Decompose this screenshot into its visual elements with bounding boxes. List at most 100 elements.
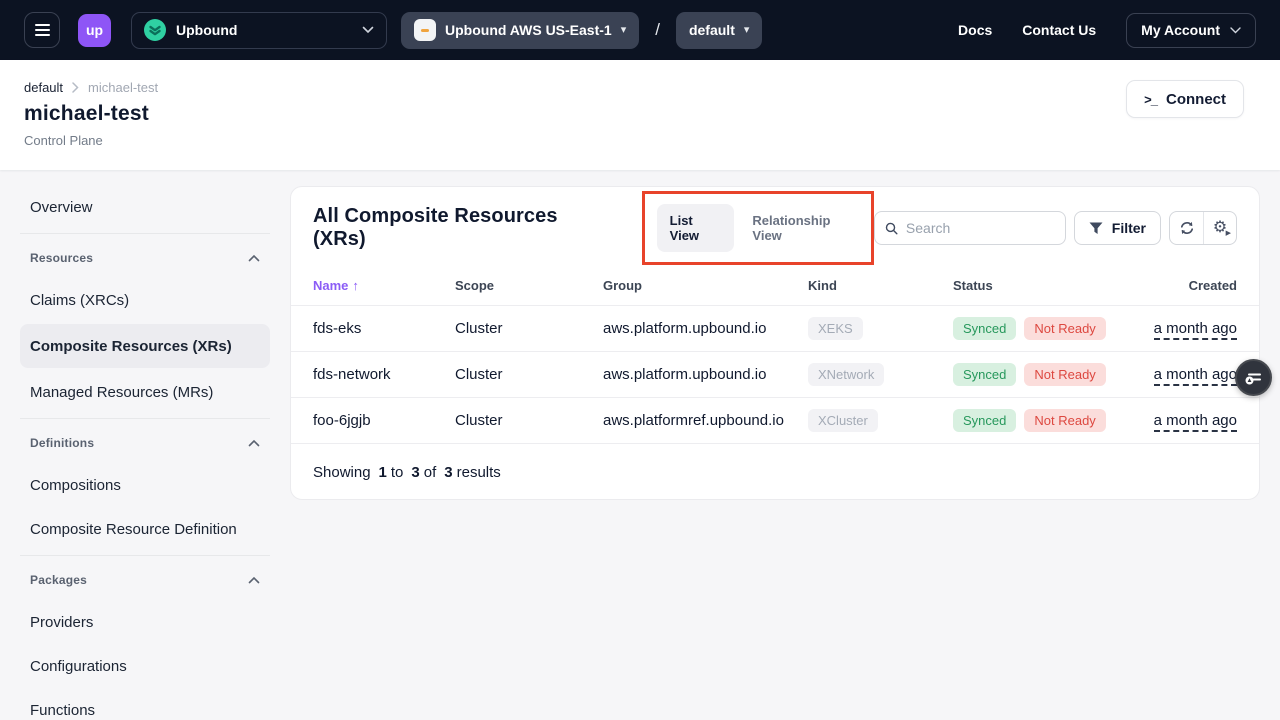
table-row[interactable]: fds-network Cluster aws.platform.upbound…: [291, 351, 1259, 397]
cell-status: Synced Not Ready: [953, 317, 1147, 340]
my-account-label: My Account: [1141, 22, 1220, 38]
sidebar-item-configurations[interactable]: Configurations: [20, 644, 270, 688]
cell-status: Synced Not Ready: [953, 409, 1147, 432]
not-ready-badge: Not Ready: [1024, 317, 1105, 340]
refresh-icon: [1179, 220, 1195, 236]
chevron-down-icon: [1230, 27, 1241, 34]
sidebar-section-packages[interactable]: Packages: [20, 560, 270, 600]
control-plane-icon: [414, 19, 436, 41]
table-row[interactable]: fds-eks Cluster aws.platform.upbound.io …: [291, 305, 1259, 351]
not-ready-badge: Not Ready: [1024, 363, 1105, 386]
chevron-up-icon: [248, 254, 260, 262]
filter-button[interactable]: Filter: [1074, 211, 1161, 245]
org-switcher-dropdown[interactable]: Upbound: [131, 12, 387, 49]
composite-resources-panel: All Composite Resources (XRs) List View …: [290, 186, 1260, 500]
chevron-up-icon: [248, 576, 260, 584]
auto-refresh-settings-button[interactable]: ⚙ ▶: [1203, 212, 1236, 244]
path-separator: /: [655, 20, 660, 40]
sidebar-item-managed-resources[interactable]: Managed Resources (MRs): [20, 370, 270, 414]
page-header: default michael-test michael-test Contro…: [0, 60, 1280, 170]
upbound-logo[interactable]: up: [78, 14, 111, 47]
caret-down-icon: ▾: [744, 25, 750, 36]
sidebar-section-resources[interactable]: Resources: [20, 238, 270, 278]
table-row[interactable]: foo-6jgjb Cluster aws.platformref.upboun…: [291, 397, 1259, 443]
play-icon: ▶: [1226, 230, 1231, 237]
column-header-scope[interactable]: Scope: [455, 278, 603, 293]
control-plane-dropdown[interactable]: Upbound AWS US-East-1 ▾: [401, 12, 639, 49]
sidebar-item-functions[interactable]: Functions: [20, 688, 270, 720]
created-tooltip-link[interactable]: a month ago: [1154, 320, 1237, 340]
contact-us-link[interactable]: Contact Us: [1022, 22, 1096, 38]
terminal-icon: >_: [1144, 92, 1157, 107]
divider: [20, 233, 270, 234]
synced-badge: Synced: [953, 409, 1016, 432]
synced-badge: Synced: [953, 317, 1016, 340]
column-header-status[interactable]: Status: [953, 278, 1147, 293]
search-input[interactable]: [906, 220, 1055, 236]
sidebar-item-claims[interactable]: Claims (XRCs): [20, 278, 270, 322]
column-header-name[interactable]: Name ↑: [313, 278, 455, 293]
cell-kind: XEKS: [808, 317, 953, 340]
org-avatar-icon: [144, 19, 166, 41]
breadcrumb-root[interactable]: default: [24, 80, 63, 95]
created-tooltip-link[interactable]: a month ago: [1154, 366, 1237, 386]
search-icon: [885, 221, 898, 236]
results-total: 3: [444, 464, 452, 481]
sidebar: Overview Resources Claims (XRCs) Composi…: [0, 170, 290, 720]
cell-group: aws.platform.upbound.io: [603, 366, 808, 383]
sort-asc-icon: ↑: [352, 278, 359, 293]
kind-badge: XCluster: [808, 409, 878, 432]
hamburger-menu-icon[interactable]: [24, 12, 60, 48]
sidebar-item-composite-resources[interactable]: Composite Resources (XRs): [20, 324, 270, 368]
search-box: [874, 211, 1066, 245]
my-account-dropdown[interactable]: My Account: [1126, 13, 1256, 48]
top-navbar: up Upbound Upbound AWS US-East-1 ▾ / def…: [0, 0, 1280, 60]
cell-name[interactable]: fds-eks: [313, 320, 455, 337]
column-header-group[interactable]: Group: [603, 278, 808, 293]
cell-status: Synced Not Ready: [953, 363, 1147, 386]
cell-kind: XCluster: [808, 409, 953, 432]
relationship-view-tab[interactable]: Relationship View: [748, 204, 858, 252]
chevron-right-icon: [72, 82, 79, 93]
view-toggle-highlight-box: List View Relationship View: [642, 191, 874, 265]
funnel-icon: [1089, 222, 1103, 235]
sidebar-item-compositions[interactable]: Compositions: [20, 463, 270, 507]
cell-created: a month ago: [1147, 366, 1237, 383]
connect-button[interactable]: >_ Connect: [1126, 80, 1244, 118]
list-view-tab[interactable]: List View: [657, 204, 735, 252]
annotation-widget-button[interactable]: [1235, 359, 1272, 396]
page-title: michael-test: [24, 102, 1256, 126]
panel-title: All Composite Resources (XRs): [313, 205, 598, 251]
column-header-kind[interactable]: Kind: [808, 278, 953, 293]
connect-label: Connect: [1166, 91, 1226, 108]
results-from: 1: [379, 464, 387, 481]
docs-link[interactable]: Docs: [958, 22, 992, 38]
divider: [20, 418, 270, 419]
not-ready-badge: Not Ready: [1024, 409, 1105, 432]
breadcrumb-current: michael-test: [88, 80, 158, 95]
cell-name[interactable]: fds-network: [313, 366, 455, 383]
page-subtitle: Control Plane: [24, 133, 1256, 148]
chevron-down-icon: [362, 26, 374, 34]
refresh-button[interactable]: [1170, 212, 1203, 244]
group-dropdown[interactable]: default ▾: [676, 12, 762, 49]
cell-created: a month ago: [1147, 320, 1237, 337]
kind-badge: XNetwork: [808, 363, 884, 386]
cell-scope: Cluster: [455, 320, 603, 337]
sidebar-item-providers[interactable]: Providers: [20, 600, 270, 644]
sidebar-section-definitions[interactable]: Definitions: [20, 423, 270, 463]
column-header-created[interactable]: Created: [1147, 278, 1237, 293]
sidebar-item-composite-resource-definition[interactable]: Composite Resource Definition: [20, 507, 270, 551]
sidebar-item-overview[interactable]: Overview: [20, 185, 270, 229]
results-to: 3: [411, 464, 419, 481]
annotation-widget-icon: [1243, 367, 1265, 389]
group-label: default: [689, 22, 735, 38]
cell-scope: Cluster: [455, 412, 603, 429]
created-tooltip-link[interactable]: a month ago: [1154, 412, 1237, 432]
cell-group: aws.platformref.upbound.io: [603, 412, 808, 429]
divider: [20, 555, 270, 556]
cell-kind: XNetwork: [808, 363, 953, 386]
table-header: Name ↑ Scope Group Kind Status Created: [291, 265, 1259, 305]
cell-name[interactable]: foo-6jgjb: [313, 412, 455, 429]
filter-label: Filter: [1112, 220, 1146, 236]
